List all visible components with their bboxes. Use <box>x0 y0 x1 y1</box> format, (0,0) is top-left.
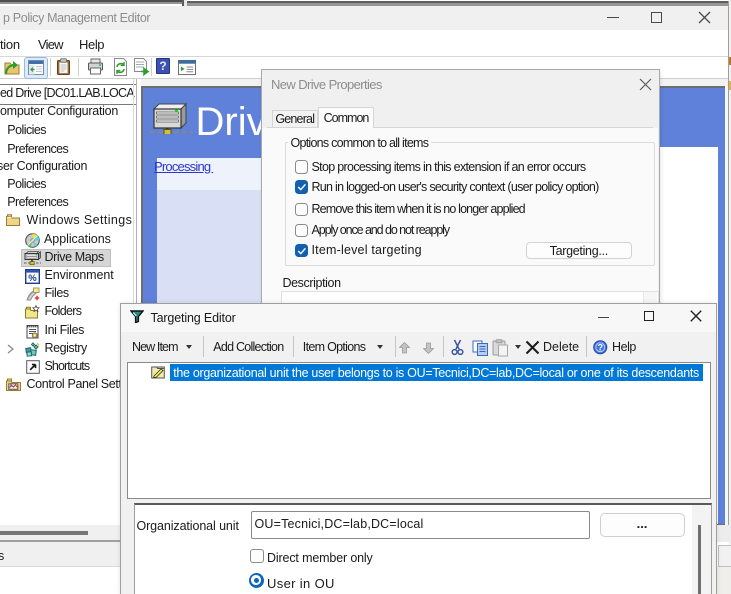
svg-text:?: ? <box>597 343 603 353</box>
svg-text:%: % <box>28 273 37 284</box>
